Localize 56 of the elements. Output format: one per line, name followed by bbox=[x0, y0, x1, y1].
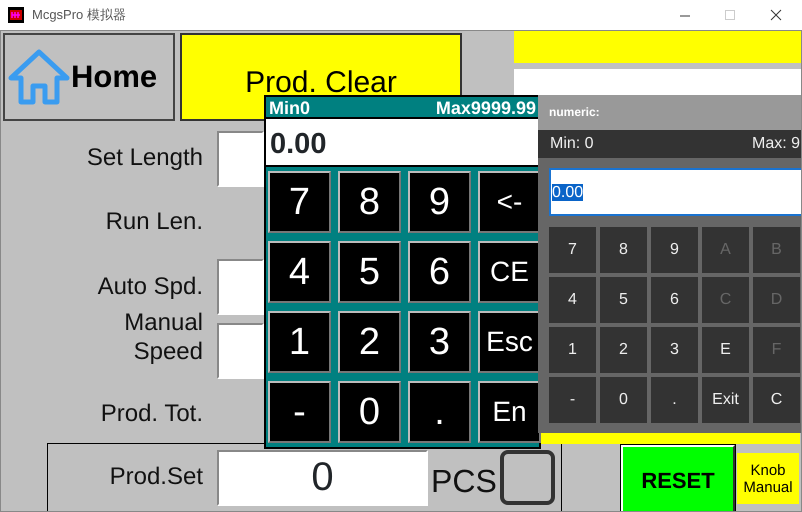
keypad-key[interactable]: 8 bbox=[338, 171, 401, 233]
keypad-key[interactable]: 1 bbox=[549, 327, 596, 373]
reset-button[interactable]: RESET bbox=[621, 445, 735, 511]
prod-set-field[interactable]: 0 bbox=[217, 450, 428, 506]
unit-label: PCS bbox=[431, 462, 497, 501]
min-label: Min: 0 bbox=[550, 134, 594, 154]
keypad-key[interactable]: 0 bbox=[338, 381, 401, 443]
input-field[interactable] bbox=[217, 131, 264, 187]
keypad-key[interactable]: 1 bbox=[268, 311, 331, 373]
keypad-key[interactable]: E bbox=[702, 327, 749, 373]
window-title: McgsPro 模拟器 bbox=[32, 6, 127, 24]
keypad-key[interactable]: 6 bbox=[408, 241, 471, 303]
keypad-key[interactable]: 2 bbox=[600, 327, 647, 373]
keypad-key[interactable]: - bbox=[268, 381, 331, 443]
keypad-key[interactable]: . bbox=[651, 377, 698, 423]
field-label: Run Len. bbox=[106, 207, 203, 236]
house-icon bbox=[7, 48, 71, 106]
keypad-key[interactable]: En bbox=[478, 381, 541, 443]
keypad-key[interactable]: 9 bbox=[408, 171, 471, 233]
field-label: Set Length bbox=[86, 143, 203, 172]
keypad-key[interactable]: 7 bbox=[268, 171, 331, 233]
knob-manual-button[interactable]: Knob Manual bbox=[737, 453, 799, 504]
min-label: Min0 bbox=[269, 97, 310, 117]
keypad-key[interactable]: <- bbox=[478, 171, 541, 233]
app-icon bbox=[8, 7, 24, 23]
keypad-key[interactable]: 4 bbox=[268, 241, 331, 303]
field-label: Manual Speed bbox=[124, 308, 203, 366]
input-field[interactable] bbox=[217, 259, 264, 315]
field-label: Prod. Tot. bbox=[100, 399, 203, 428]
keypad-key[interactable]: 0 bbox=[600, 377, 647, 423]
close-icon bbox=[770, 9, 782, 21]
input-field[interactable] bbox=[217, 323, 264, 379]
keypad-key[interactable]: Esc bbox=[478, 311, 541, 373]
field-label: Prod.Set bbox=[110, 462, 203, 491]
keypad-key[interactable]: 6 bbox=[651, 277, 698, 323]
keypad-key[interactable]: 4 bbox=[549, 277, 596, 323]
keypad-key[interactable]: 8 bbox=[600, 227, 647, 273]
field-label: Auto Spd. bbox=[98, 272, 203, 301]
keypad-key[interactable]: - bbox=[549, 377, 596, 423]
keypad-key[interactable]: CE bbox=[478, 241, 541, 303]
keypad-key[interactable]: . bbox=[408, 381, 471, 443]
home-button[interactable]: Home bbox=[3, 33, 175, 121]
keypad-value: 0.00 bbox=[270, 128, 326, 160]
keypad-key[interactable]: 2 bbox=[338, 311, 401, 373]
keypad-key[interactable]: 7 bbox=[549, 227, 596, 273]
dialog-title: numeric: bbox=[549, 105, 600, 119]
keypad-key[interactable]: 9 bbox=[651, 227, 698, 273]
value-field[interactable]: 0.00 bbox=[549, 168, 801, 216]
keypad-key[interactable]: C bbox=[753, 377, 800, 423]
max-label: Max: 9 bbox=[752, 134, 800, 154]
maximize-icon bbox=[725, 10, 736, 20]
keypad-key[interactable]: 3 bbox=[651, 327, 698, 373]
keypad-key[interactable]: 3 bbox=[408, 311, 471, 373]
keypad-key[interactable]: Exit bbox=[702, 377, 749, 423]
keypad-key[interactable]: 5 bbox=[338, 241, 401, 303]
keypad-key[interactable]: 5 bbox=[600, 277, 647, 323]
